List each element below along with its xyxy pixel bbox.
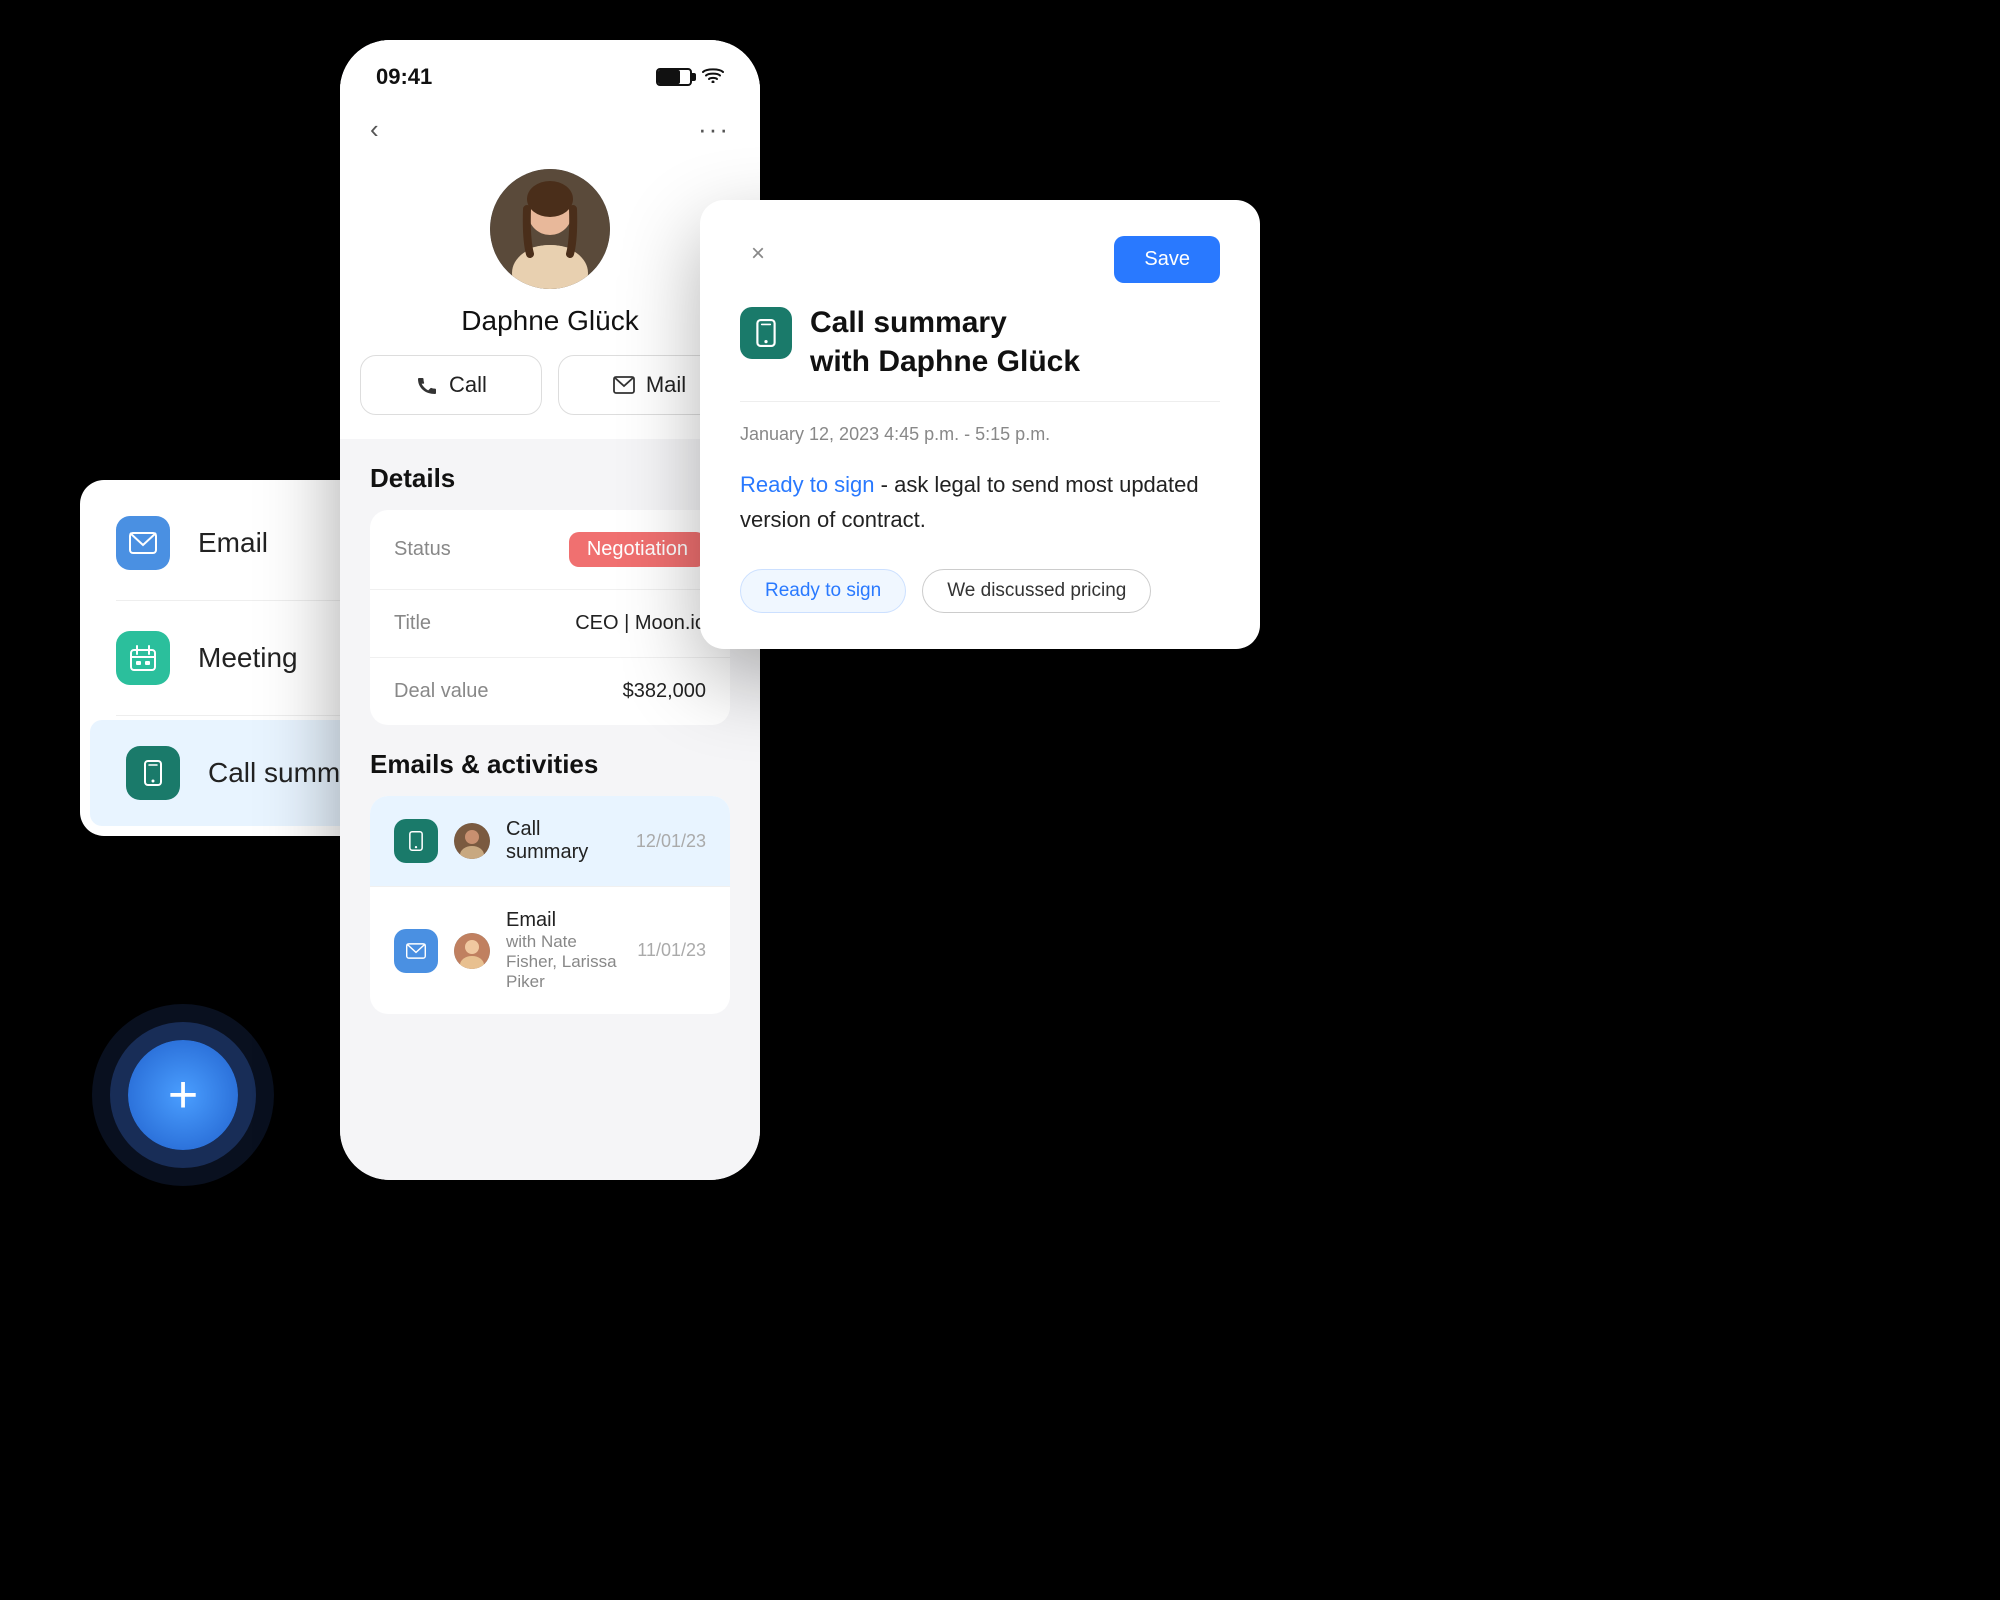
modal-divider (740, 401, 1220, 402)
contact-name: Daphne Glück (461, 305, 638, 337)
call-summary-act-icon (394, 819, 438, 863)
modal-title-row: Call summary with Daphne Glück (740, 303, 1220, 381)
modal-body: Ready to sign - ask legal to send most u… (740, 467, 1220, 537)
status-time: 09:41 (376, 64, 432, 90)
status-bar: 09:41 (340, 40, 760, 100)
details-section: Details Status Negotiation Title CEO | M… (340, 439, 760, 749)
call-button[interactable]: Call (360, 355, 542, 415)
sidebar-meeting-label: Meeting (198, 642, 298, 674)
detail-row-status: Status Negotiation (370, 510, 730, 590)
modal-close-button[interactable]: × (740, 236, 776, 272)
add-button[interactable]: + (128, 1040, 238, 1150)
email-icon (129, 532, 157, 554)
deal-value: $382,000 (623, 680, 706, 703)
tag-discussed-pricing[interactable]: We discussed pricing (922, 569, 1151, 613)
status-icons (656, 67, 724, 88)
modal-phone-icon (740, 307, 792, 359)
battery-icon (656, 68, 692, 86)
phone-screen-icon (140, 760, 166, 786)
status-label: Status (394, 538, 451, 561)
meeting-icon (129, 644, 157, 672)
modal-datetime: January 12, 2023 4:45 p.m. - 5:15 p.m. (740, 424, 1220, 445)
email-activity-content: Email with Nate Fisher, Larissa Piker (506, 909, 621, 992)
profile-section: Daphne Glück Call Mail (340, 159, 760, 439)
battery-fill (658, 70, 680, 84)
deal-label: Deal value (394, 680, 489, 703)
modal-save-button[interactable]: Save (1114, 236, 1220, 283)
action-buttons: Call Mail (360, 355, 740, 415)
modal-title-line2: with Daphne Glück (810, 345, 1080, 378)
meeting-icon-bg (116, 631, 170, 685)
status-badge: Negotiation (569, 532, 706, 567)
activity-row-call[interactable]: Call summary 12/01/23 (370, 796, 730, 887)
wifi-icon (702, 67, 724, 88)
modal-header: × Save (740, 236, 1220, 283)
activity-row-email[interactable]: Email with Nate Fisher, Larissa Piker 11… (370, 887, 730, 1014)
more-button[interactable]: ··· (698, 114, 730, 145)
call-activity-title: Call summary (506, 818, 620, 864)
activities-section: Emails & activities (340, 749, 760, 1048)
email-act-icon (394, 929, 438, 973)
phone-frame: 09:41 ‹ ··· (340, 40, 760, 1180)
modal-highlight-text: Ready to sign (740, 472, 875, 497)
email-icon-bg (116, 516, 170, 570)
nav-row: ‹ ··· (340, 100, 760, 159)
call-activity-content: Call summary (506, 818, 620, 864)
tag-ready-to-sign[interactable]: Ready to sign (740, 569, 906, 613)
email-activity-subtitle: with Nate Fisher, Larissa Piker (506, 932, 621, 992)
email-activity-title: Email (506, 909, 621, 932)
activities-title: Emails & activities (370, 749, 730, 780)
activities-card: Call summary 12/01/23 (370, 796, 730, 1014)
details-card: Status Negotiation Title CEO | Moon.io D… (370, 510, 730, 725)
mail-icon (612, 373, 636, 397)
detail-row-deal: Deal value $382,000 (370, 658, 730, 725)
modal-tags: Ready to sign We discussed pricing (740, 569, 1220, 613)
sidebar-email-label: Email (198, 527, 268, 559)
plus-icon: + (168, 1069, 198, 1121)
details-title: Details (370, 463, 730, 494)
email-activity-date: 11/01/23 (637, 940, 706, 961)
avatar (490, 169, 610, 289)
mail-label: Mail (646, 372, 686, 398)
title-value: CEO | Moon.io (575, 612, 706, 635)
call-icon (415, 373, 439, 397)
modal-title: Call summary with Daphne Glück (810, 303, 1080, 381)
title-label: Title (394, 612, 431, 635)
call-label: Call (449, 372, 487, 398)
call-summary-icon-bg (126, 746, 180, 800)
back-button[interactable]: ‹ (370, 114, 379, 145)
call-avatar (454, 823, 490, 859)
modal-title-line1: Call summary (810, 306, 1007, 339)
call-summary-modal: × Save Call summary with Daphne Glück Ja… (700, 200, 1260, 649)
call-activity-date: 12/01/23 (636, 831, 706, 852)
detail-row-title: Title CEO | Moon.io (370, 590, 730, 658)
email-avatar (454, 933, 490, 969)
